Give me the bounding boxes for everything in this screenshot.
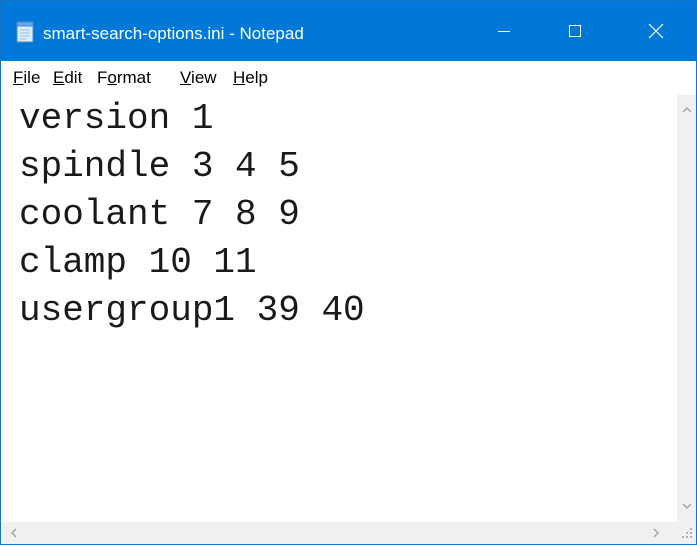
chevron-down-icon[interactable] bbox=[680, 499, 694, 513]
size-grip-icon[interactable] bbox=[680, 526, 694, 540]
minimize-icon bbox=[498, 31, 510, 32]
minimize-button[interactable] bbox=[477, 1, 531, 61]
text-line[interactable]: coolant 7 8 9 bbox=[19, 191, 300, 239]
close-icon bbox=[648, 23, 664, 39]
maximize-icon bbox=[569, 25, 581, 37]
maximize-button[interactable] bbox=[548, 1, 602, 61]
text-line[interactable]: clamp 10 11 bbox=[19, 239, 257, 287]
text-editor[interactable]: version 1 spindle 3 4 5 coolant 7 8 9 cl… bbox=[1, 95, 677, 522]
window-title: smart-search-options.ini - Notepad bbox=[43, 24, 304, 43]
menu-help[interactable]: Help bbox=[233, 61, 268, 95]
menu-edit[interactable]: Edit bbox=[53, 61, 82, 95]
chevron-left-icon[interactable] bbox=[7, 526, 21, 540]
chevron-right-icon[interactable] bbox=[649, 526, 663, 540]
size-grip[interactable] bbox=[677, 522, 696, 544]
text-line[interactable]: version 1 bbox=[19, 95, 213, 143]
vertical-scrollbar[interactable] bbox=[677, 95, 696, 522]
title-bar[interactable]: smart-search-options.ini - Notepad bbox=[1, 1, 696, 61]
text-line[interactable]: usergroup1 39 40 bbox=[19, 287, 365, 335]
menu-bar: File Edit Format View Help bbox=[1, 61, 696, 96]
menu-file[interactable]: File bbox=[13, 61, 40, 95]
notepad-icon bbox=[16, 21, 34, 43]
close-button[interactable] bbox=[629, 1, 683, 61]
notepad-window: smart-search-options.ini - Notepad File … bbox=[0, 0, 697, 545]
chevron-up-icon[interactable] bbox=[680, 103, 694, 117]
menu-format[interactable]: Format bbox=[97, 61, 151, 95]
horizontal-scrollbar[interactable] bbox=[1, 522, 677, 544]
menu-view[interactable]: View bbox=[180, 61, 217, 95]
text-line[interactable]: spindle 3 4 5 bbox=[19, 143, 300, 191]
